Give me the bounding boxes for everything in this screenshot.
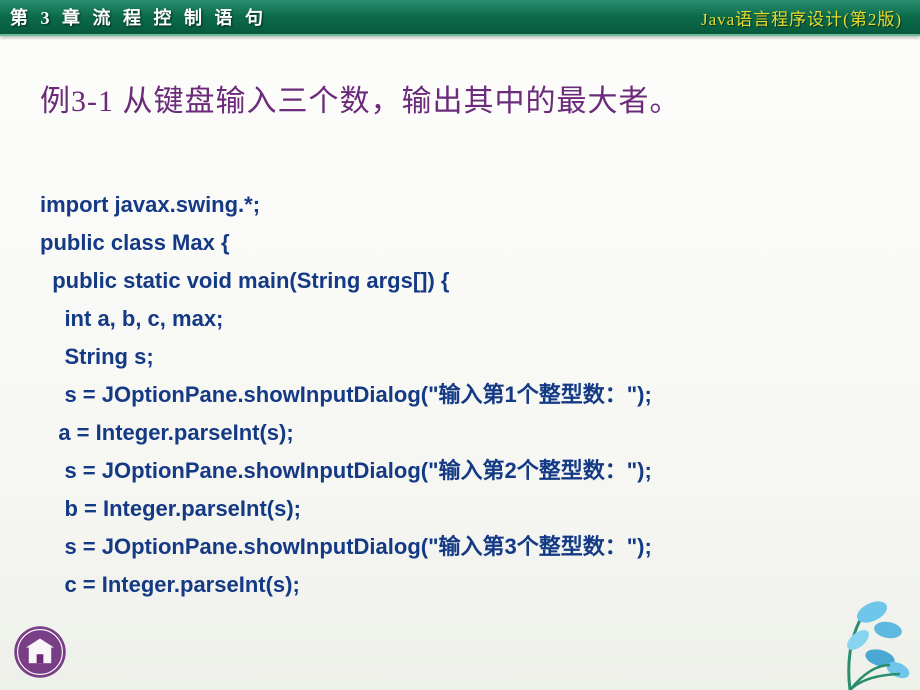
university-logo-icon (12, 624, 68, 680)
code-line: public static void main(String args[]) { (40, 268, 450, 293)
header-bar: 第 3 章 流 程 控 制 语 句 Java语言程序设计(第2版) (0, 0, 920, 36)
code-line: s = JOptionPane.showInputDialog("输入第3个整型… (40, 534, 652, 559)
example-title: 例3-1 从键盘输入三个数，输出其中的最大者。 (40, 76, 880, 120)
code-line: s = JOptionPane.showInputDialog("输入第1个整型… (40, 382, 652, 407)
code-line: int a, b, c, max; (40, 306, 223, 331)
chapter-title: 第 3 章 流 程 控 制 语 句 (10, 4, 267, 30)
code-line: c = Integer.parseInt(s); (40, 572, 300, 597)
code-line: b = Integer.parseInt(s); (40, 496, 301, 521)
plant-decoration-icon (780, 570, 920, 690)
slide: 第 3 章 流 程 控 制 语 句 Java语言程序设计(第2版) 例3-1 从… (0, 0, 920, 690)
code-line: a = Integer.parseInt(s); (40, 420, 294, 445)
code-line: String s; (40, 344, 154, 369)
code-line: s = JOptionPane.showInputDialog("输入第2个整型… (40, 458, 652, 483)
code-line: import javax.swing.*; (40, 192, 260, 217)
content-area: 例3-1 从键盘输入三个数，输出其中的最大者。 import javax.swi… (0, 36, 920, 642)
code-line: public class Max { (40, 230, 230, 255)
book-title: Java语言程序设计(第2版) (701, 5, 902, 30)
code-block: import javax.swing.*; public class Max {… (40, 148, 880, 642)
